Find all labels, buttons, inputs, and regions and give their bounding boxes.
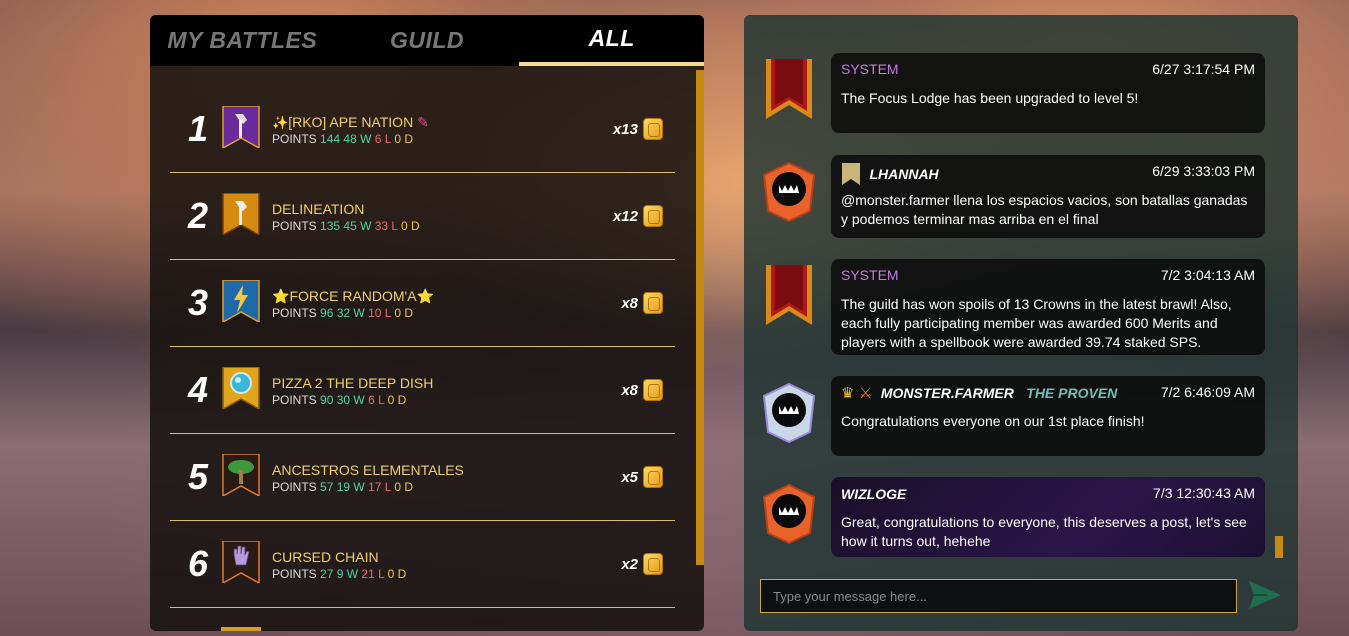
merit-coin-icon [643, 205, 663, 227]
message-sender: SYSTEM [841, 61, 899, 77]
leaderboard-row[interactable]: 2 DELINEATION POINTS 135 45 W 33 L 0 D x… [170, 173, 675, 260]
leaderboard-row[interactable]: 6 CURSED CHAIN POINTS 27 9 W 21 L 0 D x2 [170, 521, 675, 608]
guild-stats: POINTS 57 19 W 17 L 0 D [272, 480, 414, 494]
message-time: 6/29 3:33:03 PM [1152, 163, 1255, 179]
guild-name[interactable]: CURSED CHAIN [272, 549, 379, 565]
guild-banner-hand-icon [222, 541, 260, 583]
message-text: The Focus Lodge has been upgraded to lev… [841, 90, 1139, 106]
message-text: @monster.farmer llena los espacios vacio… [841, 192, 1248, 227]
tab-all[interactable]: ALL [519, 15, 704, 66]
message-text: The guild has won spoils of 13 Crowns in… [841, 296, 1232, 350]
monster-avatar-icon[interactable] [758, 159, 820, 225]
crown-icon: ♛ [841, 385, 855, 402]
pencil-icon: ✎ [417, 114, 429, 130]
leaderboard-scroll-thumb[interactable] [696, 70, 704, 565]
rank-number: 2 [187, 195, 209, 236]
merit-coin-icon [643, 292, 663, 314]
message-text: Great, congratulations to everyone, this… [841, 514, 1247, 549]
chat-message: SYSTEM 7/2 3:04:13 AM The guild has won … [831, 259, 1265, 355]
chat-message: ♛ ⚔ MONSTER.FARMER THE PROVEN 7/2 6:46:0… [831, 376, 1265, 456]
guild-stats: POINTS 144 48 W 6 L 0 D [272, 132, 414, 146]
reward-multiplier: x13 [612, 121, 638, 138]
chat-scroll-thumb[interactable] [1275, 536, 1283, 558]
message-time: 7/3 12:30:43 AM [1153, 485, 1255, 501]
merit-coin-icon [643, 553, 663, 575]
reward-multiplier: x5 [621, 469, 638, 486]
tab-my-battles[interactable]: MY BATTLES [150, 15, 335, 66]
leaderboard-row[interactable]: 4 PIZZA 2 THE DEEP DISH POINTS 90 30 W 6… [170, 347, 675, 434]
message-time: 7/2 6:46:09 AM [1160, 384, 1255, 400]
guild-banner-tree-icon [222, 454, 260, 496]
guild-banner-axe-icon [222, 193, 260, 235]
guild-name[interactable]: PIZZA 2 THE DEEP DISH [272, 375, 433, 391]
reward-multiplier: x2 [621, 556, 638, 573]
system-banner-icon [766, 59, 812, 119]
player-title: THE PROVEN [1026, 385, 1118, 401]
guild-stats: POINTS 96 32 W 10 L 0 D [272, 306, 414, 320]
message-text: Congratulations everyone on our 1st plac… [841, 413, 1145, 429]
merit-coin-icon [643, 379, 663, 401]
guild-banner-orb-icon [222, 367, 260, 409]
chat-message: LHANNAH 6/29 3:33:03 PM @monster.farmer … [831, 155, 1265, 238]
monster-avatar-icon[interactable] [758, 481, 820, 547]
rank-number: 3 [187, 282, 209, 323]
leaderboard-row[interactable]: 3 ⭐FORCE RANDOM'A⭐ POINTS 96 32 W 10 L 0… [170, 260, 675, 347]
guild-name[interactable]: DELINEATION [272, 201, 364, 217]
message-sender: SYSTEM [841, 267, 899, 283]
rank-number: 5 [187, 456, 209, 497]
rank-number: 4 [187, 369, 209, 410]
reward-multiplier: x8 [621, 382, 638, 399]
leaderboard-row[interactable]: 5 ANCESTROS ELEMENTALES POINTS 57 19 W 1… [170, 434, 675, 521]
message-time: 6/27 3:17:54 PM [1152, 61, 1255, 77]
monster-avatar-icon[interactable] [758, 380, 820, 446]
sparkle-icon: ✨ [272, 115, 289, 130]
chat-message: WIZLOGE 7/3 12:30:43 AM Great, congratul… [831, 477, 1265, 557]
tab-guild[interactable]: GUILD [335, 15, 520, 66]
chat-message: SYSTEM 6/27 3:17:54 PM The Focus Lodge h… [831, 53, 1265, 133]
chat-message-input[interactable] [760, 579, 1237, 613]
guild-chat-panel: SYSTEM 6/27 3:17:54 PM The Focus Lodge h… [744, 15, 1298, 631]
message-sender[interactable]: MONSTER.FARMER [881, 385, 1014, 401]
rank-number: 6 [187, 543, 209, 584]
message-time: 7/2 3:04:13 AM [1160, 267, 1255, 283]
guild-banner-lightning-icon [222, 280, 260, 322]
system-banner-icon [766, 265, 812, 325]
next-row-banner-peek [221, 627, 261, 631]
guild-role-icon: ⚔ [858, 385, 873, 402]
leaderboard-row[interactable]: 1 ✨[RKO] APE NATION ✎ POINTS 144 48 W 6 … [170, 86, 675, 173]
guild-stats: POINTS 135 45 W 33 L 0 D [272, 219, 420, 233]
merit-coin-icon [643, 466, 663, 488]
send-icon[interactable] [1247, 579, 1283, 611]
message-sender[interactable]: WIZLOGE [841, 486, 906, 502]
rank-number: 1 [187, 108, 209, 149]
merit-coin-icon [643, 118, 663, 140]
star-icon: ⭐ [272, 288, 290, 304]
reward-multiplier: x8 [621, 295, 638, 312]
message-sender[interactable]: LHANNAH [869, 166, 938, 182]
reward-multiplier: x12 [612, 208, 638, 225]
guild-stats: POINTS 27 9 W 21 L 0 D [272, 567, 407, 581]
rank-banner-icon [842, 163, 860, 185]
tab-bar: MY BATTLES GUILD ALL [150, 15, 704, 66]
guild-name[interactable]: ⭐FORCE RANDOM'A⭐ [272, 288, 434, 305]
guild-leaderboard-panel: MY BATTLES GUILD ALL 1 ✨[RKO] APE NATION… [150, 15, 704, 631]
guild-banner-axe-icon [222, 106, 260, 148]
guild-name[interactable]: ANCESTROS ELEMENTALES [272, 462, 464, 478]
guild-stats: POINTS 90 30 W 6 L 0 D [272, 393, 407, 407]
guild-name[interactable]: ✨[RKO] APE NATION ✎ [272, 114, 429, 131]
leaderboard-list: 1 ✨[RKO] APE NATION ✎ POINTS 144 48 W 6 … [170, 86, 675, 608]
star-icon: ⭐ [416, 288, 434, 304]
